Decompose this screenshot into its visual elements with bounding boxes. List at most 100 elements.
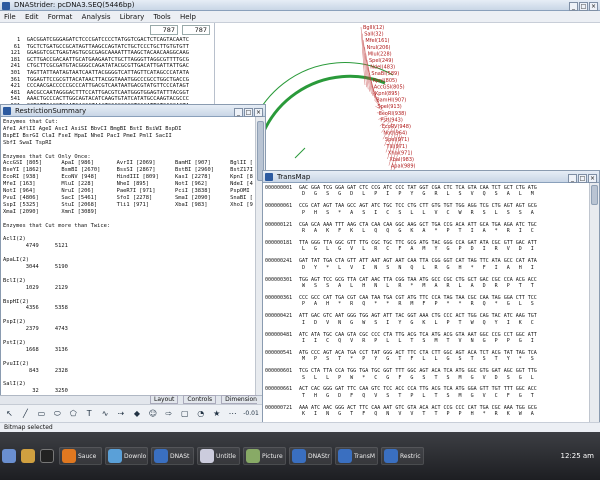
enzyme-site-label[interactable]: SpeI(913): [377, 104, 401, 110]
scroll-thumb[interactable]: [591, 185, 598, 205]
amino-acid-sequence: P H S * A S I C S L L V C W R S L S S A: [299, 209, 534, 216]
sequence-bases: AACGCCAATAGGGACTTTCCATTGACGTCAATGGGTGGAG…: [26, 89, 189, 96]
maximize-button[interactable]: □: [579, 2, 588, 11]
enzyme-site-label[interactable]: EcoRV(948): [382, 124, 411, 130]
line-tool-icon[interactable]: ╱: [18, 407, 33, 421]
window-icon: [265, 173, 273, 181]
connector-tool-icon[interactable]: ⇢: [114, 407, 129, 421]
transmap-scrollbar[interactable]: [589, 183, 599, 435]
enzyme-site-label[interactable]: MfeI(161): [365, 38, 389, 44]
menu-help[interactable]: Help: [180, 13, 196, 21]
layout-tabs: Layout Controls Dimension Lines: [0, 395, 262, 412]
task-pictures[interactable]: Picture: [243, 447, 286, 465]
amino-acid-row: I D V N G W S I Y G K L P T W Q Y I K C: [265, 320, 589, 326]
enzyme-site-label[interactable]: EcoRI(938): [379, 111, 406, 117]
end-position-field[interactable]: 787: [182, 25, 210, 35]
file-manager-icon[interactable]: [21, 447, 37, 465]
terminal-icon[interactable]: [40, 447, 56, 465]
amino-acid-sequence: R A K F K L Q Q G K A * P T I A * R I C: [299, 228, 534, 235]
amino-acid-row: T H G D F Q V S T P L T S M G V C F G T: [265, 393, 589, 399]
sequence-bases: CCCAACGACCCCCGCCCATTGACGTCAATAATGACGTATG…: [26, 83, 189, 90]
star-tool-icon[interactable]: ★: [209, 407, 224, 421]
summary-line: 3044 5190: [3, 264, 68, 271]
enzyme-site-label[interactable]: MluI(228): [368, 51, 392, 57]
menu-analysis[interactable]: Analysis: [82, 13, 111, 21]
maximize-button[interactable]: □: [244, 108, 253, 117]
sequence-text[interactable]: 1 GACGGATCGGGAGATCTCCCGATCCCCTATGGTCGACT…: [4, 37, 189, 110]
menu-file[interactable]: File: [4, 13, 16, 21]
task-restriction[interactable]: Restric: [381, 447, 424, 465]
tab-controls[interactable]: Controls: [183, 395, 217, 404]
sequence-line: 301 TAGTTATTAATAGTAATCAATTACGGGGTCATTAGT…: [4, 70, 189, 77]
enzyme-site-label[interactable]: KpnI(805): [373, 78, 398, 84]
transmap-block: 000000001 GAC GGA TCG GGA GAT CTC CCG ATC…: [265, 185, 589, 198]
minimize-button[interactable]: _: [234, 108, 243, 117]
summary-line: BseYI [1862] BsmBI [2670] BssSI [2867] B…: [3, 167, 253, 174]
transmap-block: 000000601 TCG CTA TTA CCA TGG TGA TGC GGT…: [265, 368, 589, 381]
amino-acid-row: L G L G V L R C F A M Y G P D I R V D I: [265, 246, 589, 252]
task-untitled[interactable]: Untitle: [197, 447, 240, 465]
summary-line: [3, 312, 253, 319]
enzyme-site-label[interactable]: NruI(206): [367, 45, 391, 51]
enzyme-site-label[interactable]: BglII(12): [363, 25, 384, 31]
zoom-value: -0.01: [243, 410, 259, 417]
polygon-tool-icon[interactable]: ⬠: [66, 407, 81, 421]
menu-format[interactable]: Format: [48, 13, 73, 21]
enzyme-site-label[interactable]: AccGSI(805): [374, 84, 405, 90]
points-tool-icon[interactable]: ⋯: [225, 407, 240, 421]
summary-line: [3, 292, 253, 299]
shapes-tool-icon[interactable]: ◆: [130, 407, 145, 421]
task-downloads[interactable]: Downlo: [105, 447, 148, 465]
summary-line: Enzymes that Cut:: [3, 119, 59, 125]
start-menu-icon[interactable]: [2, 447, 18, 465]
enzyme-site-label[interactable]: SnaBI(589): [371, 71, 399, 77]
summary-line: PstI(2): [3, 340, 26, 346]
minimize-button[interactable]: _: [568, 174, 577, 183]
close-button[interactable]: ×: [254, 108, 263, 117]
summary-line: BspHI(2): [3, 298, 29, 305]
restriction-summary-titlebar[interactable]: RestrictionSummary _ □ ×: [1, 105, 265, 117]
enzyme-site-label[interactable]: SalI(32): [364, 32, 383, 38]
main-window-title: DNAStrider: pcDNA3.SEQ(5446bp): [14, 1, 135, 9]
task-dnastrider-1[interactable]: DNASt: [151, 447, 194, 465]
menu-library[interactable]: Library: [120, 13, 144, 21]
start-position-field[interactable]: 787: [150, 25, 178, 35]
enzyme-site-label[interactable]: SpeI(249): [369, 58, 393, 64]
summary-line: AfeI AflII AgeI AscI AsiSI BbvCI BmgBI B…: [3, 125, 182, 132]
close-button[interactable]: ×: [589, 2, 598, 11]
arrow-tool-icon[interactable]: ⇨: [161, 407, 176, 421]
menu-tools[interactable]: Tools: [153, 13, 170, 21]
sequence-line: 181 GCTTGACCGACAATTGCATGAAGAATCTGCTTAGGG…: [4, 57, 189, 64]
sequence-bases: AAACTGCCCACTTGGCAGTACATCAAGTGTATCATATGCC…: [26, 96, 189, 103]
callout-tool-icon[interactable]: ◔: [193, 407, 208, 421]
curve-tool-icon[interactable]: ∿: [98, 407, 113, 421]
maximize-button[interactable]: □: [578, 174, 587, 183]
enzyme-site-label[interactable]: KpnI(895): [375, 91, 400, 97]
amino-acid-sequence: D Y * L V I N S N Q L R G H * F I A H I: [299, 264, 534, 271]
enzyme-site-label[interactable]: SpeI(971): [385, 137, 409, 143]
pointer-tool-icon[interactable]: ↖: [2, 407, 17, 421]
close-button[interactable]: ×: [588, 174, 597, 183]
minimize-button[interactable]: _: [569, 2, 578, 11]
restriction-summary-text[interactable]: Enzymes that Cut: AfeI AflII AgeI AscI As…: [3, 119, 253, 405]
flowchart-tool-icon[interactable]: ▢: [177, 407, 192, 421]
task-dnastrider-2[interactable]: DNAStr: [289, 447, 332, 465]
status-text: Bitmap selected: [4, 424, 53, 431]
text-tool-icon[interactable]: T: [82, 407, 97, 421]
transmap-titlebar[interactable]: TransMap _ □ ×: [263, 171, 599, 183]
sequence-position: 481: [4, 89, 27, 96]
smiley-tool-icon[interactable]: ☺: [145, 407, 160, 421]
transmap-text[interactable]: 000000001 GAC GGA TCG GGA GAT CTC CCG ATC…: [265, 185, 589, 435]
main-window-titlebar[interactable]: DNAStrider: pcDNA3.SEQ(5446bp) _ □ ×: [0, 0, 600, 11]
sequence-line: 421 CCCAACGACCCCCGCCCATTGACGTCAATAATGACG…: [4, 83, 189, 90]
amino-acid-row: I I C Q V R P L L T S M T V N G P P G I: [265, 338, 589, 344]
task-transmap[interactable]: TransM: [335, 447, 378, 465]
amino-acid-sequence: W S S A L H N L R * M A R L A D R P T T: [299, 282, 534, 289]
task-sauce[interactable]: Sauce: [59, 447, 102, 465]
amino-acid-row: S L L P W * C G F G S T S M G V D S G L: [265, 375, 589, 381]
enzyme-site-label[interactable]: NdeI(483): [370, 65, 395, 71]
ellipse-tool-icon[interactable]: ⬭: [50, 407, 65, 421]
rectangle-tool-icon[interactable]: ▭: [34, 407, 49, 421]
enzyme-site-label[interactable]: BamHI(907): [376, 98, 406, 104]
menu-edit[interactable]: Edit: [25, 13, 39, 21]
